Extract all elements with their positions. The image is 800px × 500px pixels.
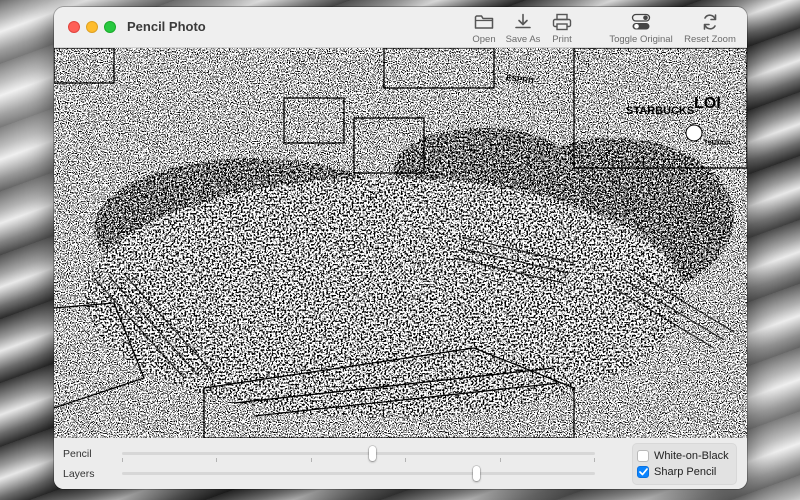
toggle-switches-icon <box>629 12 653 32</box>
layers-slider-label: Layers <box>63 468 95 480</box>
sign-starbucks: STARBUCKS <box>626 105 694 117</box>
white-on-black-label: White-on-Black <box>654 450 729 462</box>
reset-zoom-button[interactable]: Reset Zoom <box>682 12 738 46</box>
print-button[interactable]: Print <box>548 12 576 46</box>
sign-tsutaya: TSUTAYA <box>704 141 731 147</box>
reset-zoom-label: Reset Zoom <box>684 34 736 45</box>
title-bar: Pencil Photo Open Save As Print Toggle O… <box>54 7 747 48</box>
window-title: Pencil Photo <box>127 19 206 34</box>
slider-tick <box>216 458 217 462</box>
sharp-pencil-option[interactable]: Sharp Pencil <box>637 466 716 478</box>
sharp-pencil-label: Sharp Pencil <box>654 466 717 478</box>
pencil-sketch-image[interactable]: ESPRIT STARBUCKS LOI TSUTAYA <box>54 48 747 438</box>
toggle-original-label: Toggle Original <box>609 34 673 45</box>
toggle-original-button[interactable]: Toggle Original <box>607 12 675 46</box>
white-on-black-option[interactable]: White-on-Black <box>637 450 729 462</box>
zoom-window-button[interactable] <box>104 21 116 33</box>
refresh-arrows-icon <box>698 12 722 32</box>
slider-tick <box>122 458 123 462</box>
open-button[interactable]: Open <box>470 12 498 46</box>
minimize-window-button[interactable] <box>86 21 98 33</box>
download-icon <box>511 12 535 32</box>
close-window-button[interactable] <box>68 21 80 33</box>
open-label: Open <box>472 34 496 45</box>
checkmark-icon <box>638 468 648 476</box>
app-window: Pencil Photo Open Save As Print Toggle O… <box>54 7 747 489</box>
layers-slider[interactable] <box>122 466 595 481</box>
white-on-black-checkbox[interactable] <box>637 450 649 462</box>
slider-tick <box>311 458 312 462</box>
sign-loi: LOI <box>694 95 721 112</box>
save-as-button[interactable]: Save As <box>505 12 541 46</box>
slider-tick <box>500 458 501 462</box>
save-as-label: Save As <box>505 34 541 45</box>
pencil-slider[interactable] <box>122 446 595 462</box>
slider-tick <box>594 458 595 462</box>
printer-icon <box>550 12 574 32</box>
print-label: Print <box>552 34 572 45</box>
options-group: White-on-Black Sharp Pencil <box>632 443 737 485</box>
pencil-slider-knob[interactable] <box>369 446 377 461</box>
sharp-pencil-checkbox[interactable] <box>637 466 649 478</box>
slider-tick <box>405 458 406 462</box>
folder-icon <box>472 12 496 32</box>
crowd-crossing-sketch: ESPRIT STARBUCKS LOI TSUTAYA <box>54 48 747 438</box>
layers-slider-knob[interactable] <box>473 466 481 481</box>
controls-panel: Pencil Layers White-on-Black Sharp Penci… <box>54 438 747 489</box>
pencil-slider-label: Pencil <box>63 448 92 460</box>
